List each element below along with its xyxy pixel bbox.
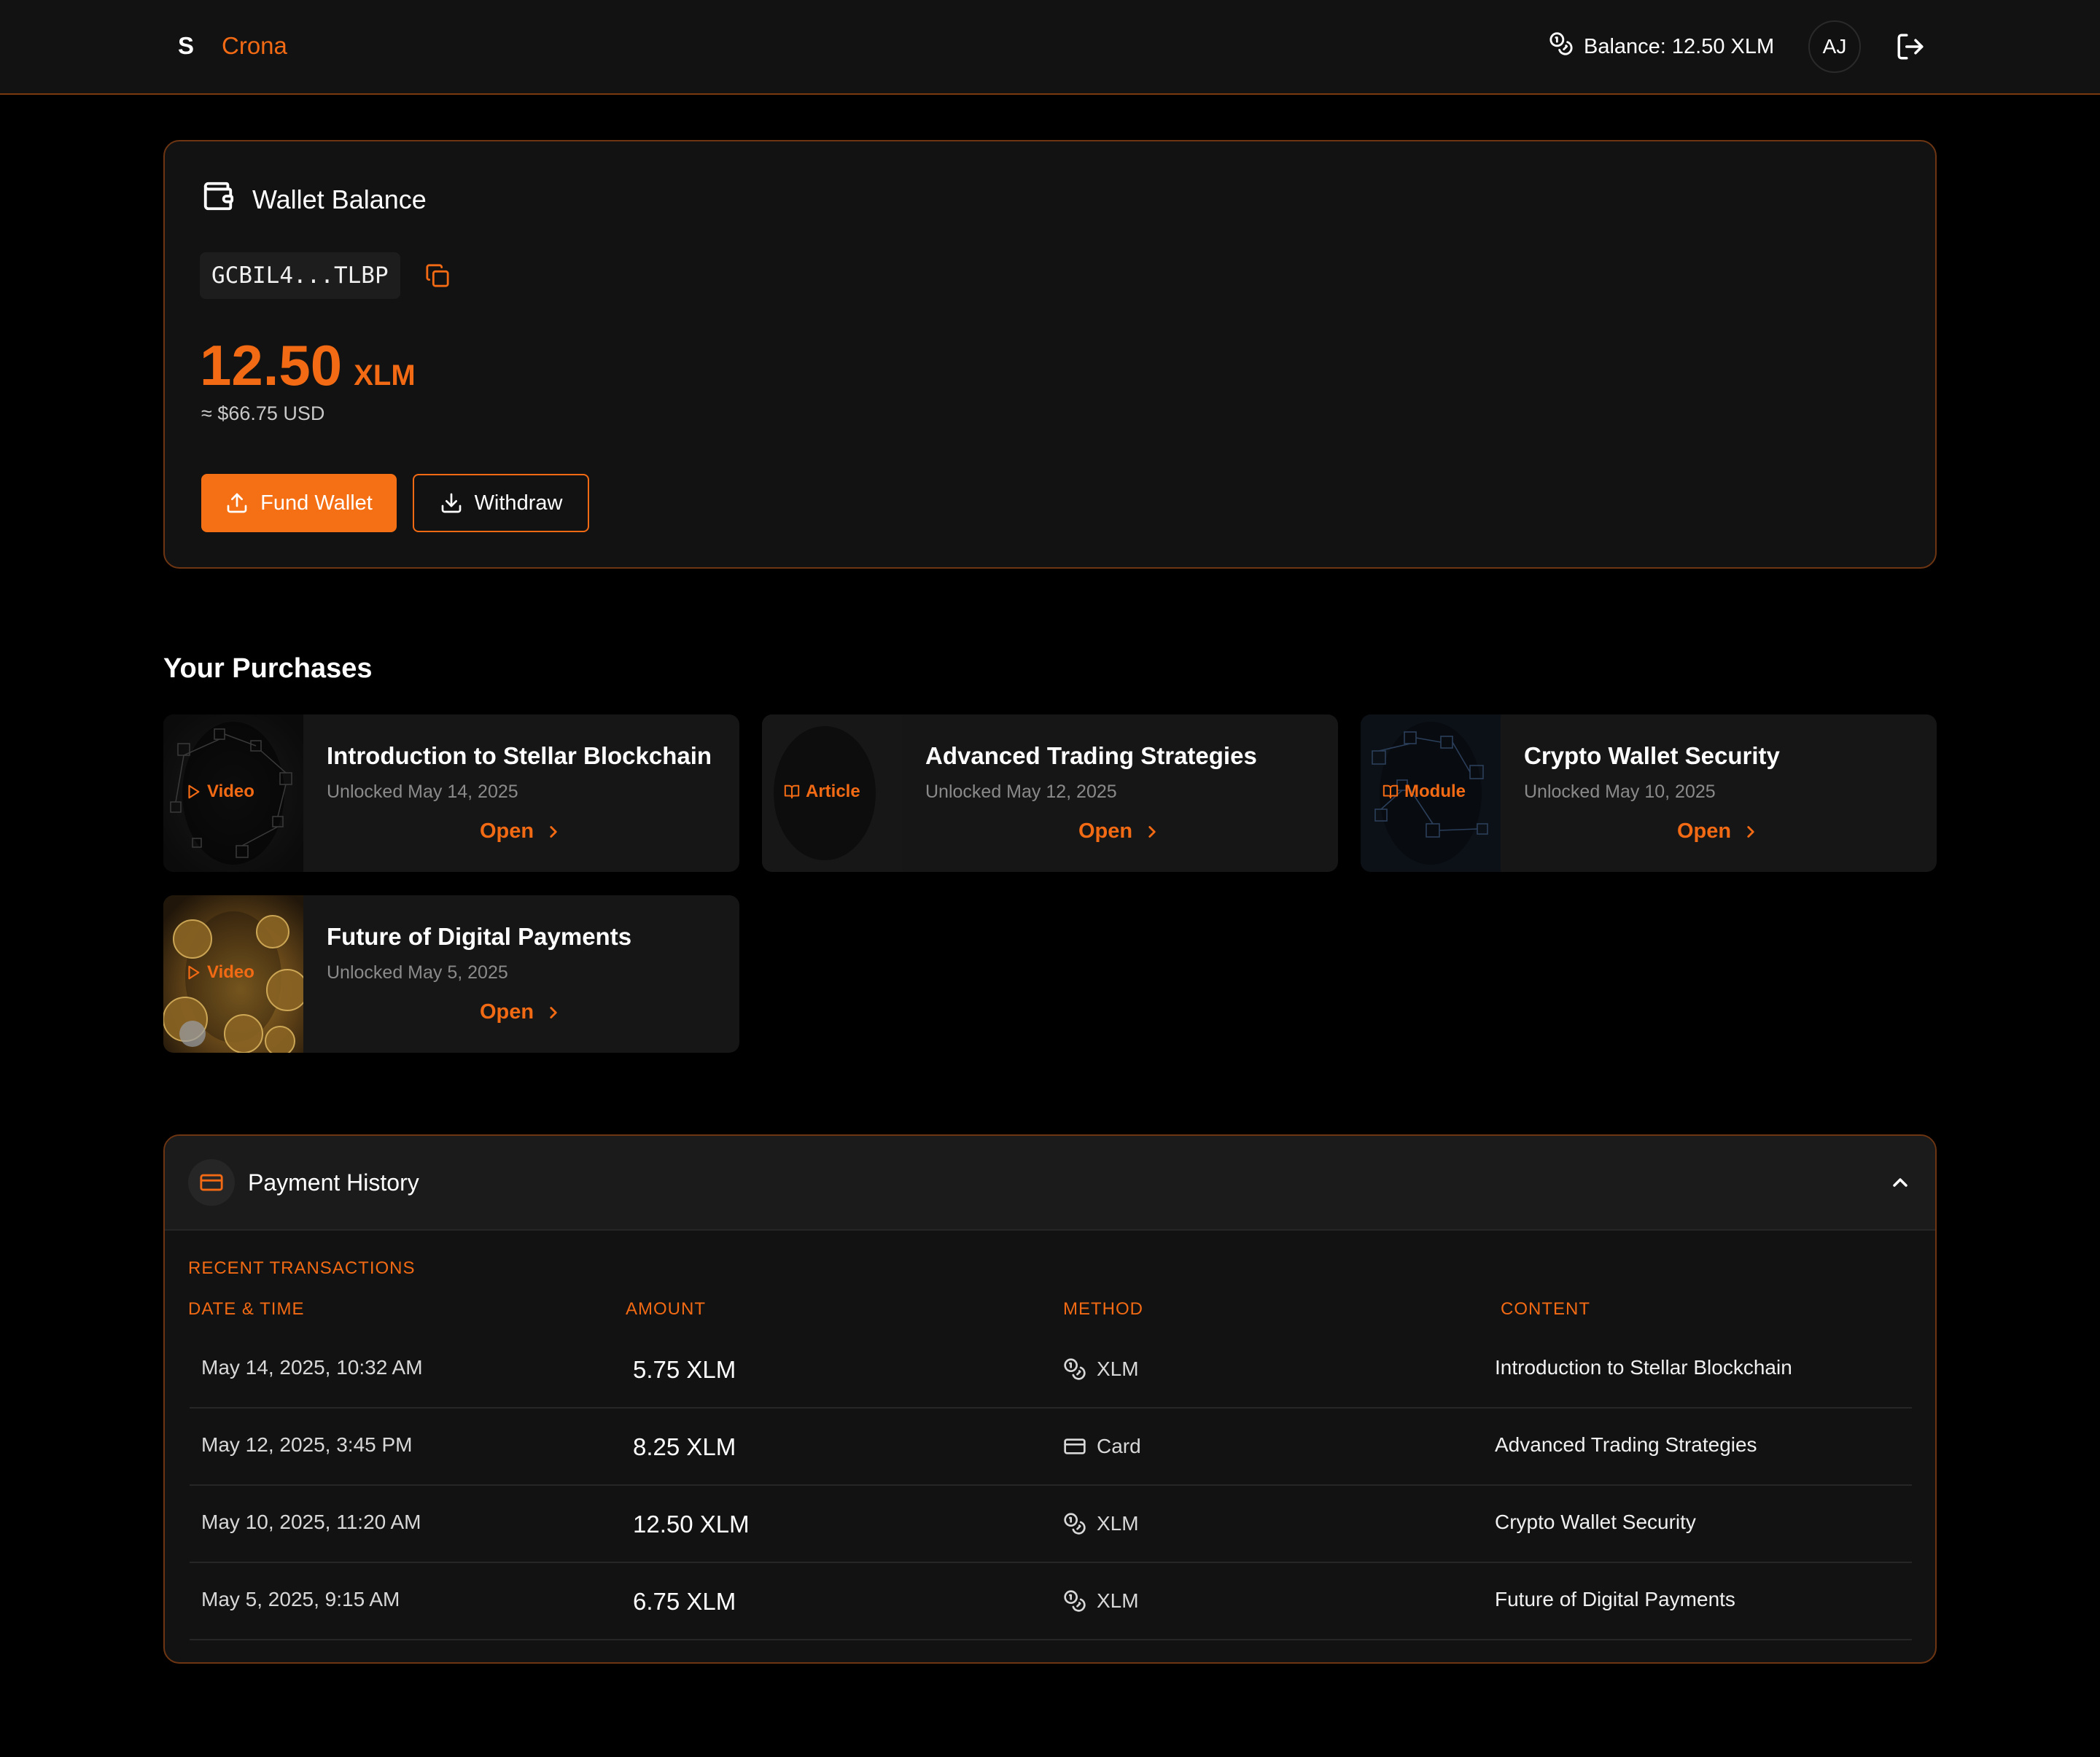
purchases-title: Your Purchases — [163, 653, 373, 684]
coins-icon — [1064, 1590, 1086, 1612]
fund-wallet-button[interactable]: Fund Wallet — [201, 474, 397, 532]
transaction-method: XLM — [1063, 1357, 1139, 1381]
transaction-amount: 5.75 XLM — [633, 1356, 736, 1383]
withdraw-label: Withdraw — [474, 491, 563, 515]
coins-icon — [1064, 1513, 1086, 1535]
upload-icon — [227, 493, 247, 513]
logout-button[interactable] — [1893, 29, 1928, 64]
transaction-method: XLM — [1063, 1589, 1139, 1613]
table-row: May 10, 2025, 11:20 AM 12.50 XLM XLM Cry… — [190, 1486, 1912, 1563]
purchase-date: Unlocked May 12, 2025 — [925, 782, 1117, 802]
wallet-title: Wallet Balance — [252, 184, 427, 214]
purchase-title: Introduction to Stellar Blockchain — [327, 742, 712, 769]
coins-icon — [1064, 1358, 1086, 1380]
card-icon — [1064, 1438, 1086, 1454]
purchase-card[interactable]: Video Introduction to Stellar Blockchain… — [163, 714, 739, 872]
open-button[interactable]: Open — [480, 819, 563, 844]
column-header-date: DATE & TIME — [188, 1299, 305, 1319]
purchase-card[interactable]: Video Future of Digital Payments Unlocke… — [163, 895, 739, 1053]
balance-value: 12.50 — [200, 333, 343, 397]
table-row: May 14, 2025, 10:32 AM 5.75 XLM XLM Intr… — [190, 1331, 1912, 1409]
payment-history-card: Payment History RECENT TRANSACTIONS DATE… — [163, 1134, 1937, 1664]
card-icon — [188, 1159, 235, 1206]
content-type-tag: Video — [185, 782, 254, 802]
play-icon — [188, 965, 200, 980]
transaction-date: May 14, 2025, 10:32 AM — [201, 1356, 423, 1379]
payment-history-title: Payment History — [248, 1169, 419, 1196]
purchase-card[interactable]: Article Advanced Trading Strategies Unlo… — [762, 714, 1338, 872]
copy-address-button[interactable] — [423, 261, 452, 290]
logo-mark[interactable]: S — [178, 32, 194, 60]
purchase-date: Unlocked May 5, 2025 — [327, 962, 508, 983]
header-balance: Balance: 12.50 XLM — [1549, 32, 1774, 61]
column-header-amount: AMOUNT — [626, 1299, 706, 1319]
fund-wallet-label: Fund Wallet — [260, 491, 373, 515]
book-open-icon — [784, 784, 800, 799]
header-balance-text: Balance: 12.50 XLM — [1584, 34, 1775, 58]
purchase-title: Future of Digital Payments — [327, 923, 632, 950]
transaction-date: May 5, 2025, 9:15 AM — [201, 1588, 400, 1610]
transaction-amount: 12.50 XLM — [633, 1511, 750, 1538]
purchase-thumbnail: Article — [762, 714, 902, 872]
chevron-up-icon — [1893, 1178, 1908, 1187]
purchase-date: Unlocked May 10, 2025 — [1524, 782, 1716, 802]
purchase-date: Unlocked May 14, 2025 — [327, 782, 518, 802]
balance-unit: XLM — [354, 359, 416, 391]
chevron-right-icon — [1148, 825, 1156, 838]
purchase-thumbnail: Video — [163, 714, 303, 872]
book-open-icon — [1382, 784, 1399, 799]
chevron-right-icon — [1747, 825, 1754, 838]
payment-history-header[interactable]: Payment History — [165, 1136, 1935, 1231]
download-icon — [441, 493, 461, 513]
transaction-content: Crypto Wallet Security — [1495, 1511, 1696, 1533]
transaction-method: XLM — [1063, 1512, 1139, 1535]
transaction-date: May 10, 2025, 11:20 AM — [201, 1511, 421, 1533]
transaction-content: Advanced Trading Strategies — [1495, 1433, 1757, 1456]
balance-amount: 12.50 XLM — [200, 332, 416, 399]
wallet-address: GCBIL4...TLBP — [200, 252, 400, 299]
withdraw-button[interactable]: Withdraw — [413, 474, 589, 532]
chevron-right-icon — [550, 825, 557, 838]
open-button[interactable]: Open — [1677, 819, 1760, 844]
purchase-thumbnail: Module — [1361, 714, 1501, 872]
wallet-balance-card: Wallet Balance GCBIL4...TLBP 12.50 XLM ≈… — [163, 140, 1937, 569]
transaction-amount: 6.75 XLM — [633, 1588, 736, 1615]
wallet-icon — [201, 179, 235, 219]
wallet-header: Wallet Balance — [201, 179, 427, 219]
play-icon — [188, 784, 200, 799]
recent-transactions-label: RECENT TRANSACTIONS — [188, 1258, 416, 1278]
coins-icon — [1549, 31, 1574, 62]
balance-usd: ≈ $66.75 USD — [201, 402, 325, 424]
chevron-right-icon — [550, 1006, 557, 1018]
transaction-content: Future of Digital Payments — [1495, 1588, 1735, 1610]
transaction-method: Card — [1063, 1435, 1141, 1458]
transaction-content: Introduction to Stellar Blockchain — [1495, 1356, 1792, 1379]
transaction-amount: 8.25 XLM — [633, 1433, 736, 1460]
content-type-tag: Article — [784, 782, 860, 802]
brand-name[interactable]: Crona — [222, 32, 287, 60]
purchase-title: Crypto Wallet Security — [1524, 742, 1780, 769]
avatar[interactable]: AJ — [1808, 20, 1861, 73]
purchase-thumbnail: Video — [163, 895, 303, 1053]
purchase-title: Advanced Trading Strategies — [925, 742, 1257, 769]
transaction-date: May 12, 2025, 3:45 PM — [201, 1433, 413, 1456]
open-button[interactable]: Open — [1078, 819, 1162, 844]
column-header-method: METHOD — [1063, 1299, 1143, 1319]
content-type-tag: Video — [185, 962, 254, 983]
copy-icon — [426, 264, 449, 287]
content-type-tag: Module — [1382, 782, 1466, 802]
open-button[interactable]: Open — [480, 1000, 563, 1024]
table-row: May 12, 2025, 3:45 PM 8.25 XLM Card Adva… — [190, 1409, 1912, 1486]
table-row: May 5, 2025, 9:15 AM 6.75 XLM XLM Future… — [190, 1563, 1912, 1640]
purchase-card[interactable]: Module Crypto Wallet Security Unlocked M… — [1361, 714, 1937, 872]
top-navbar: S Crona Balance: 12.50 XLM AJ — [0, 0, 2100, 95]
column-header-content: CONTENT — [1501, 1299, 1590, 1319]
collapse-button[interactable] — [1886, 1168, 1915, 1197]
logout-icon — [1897, 34, 1924, 60]
